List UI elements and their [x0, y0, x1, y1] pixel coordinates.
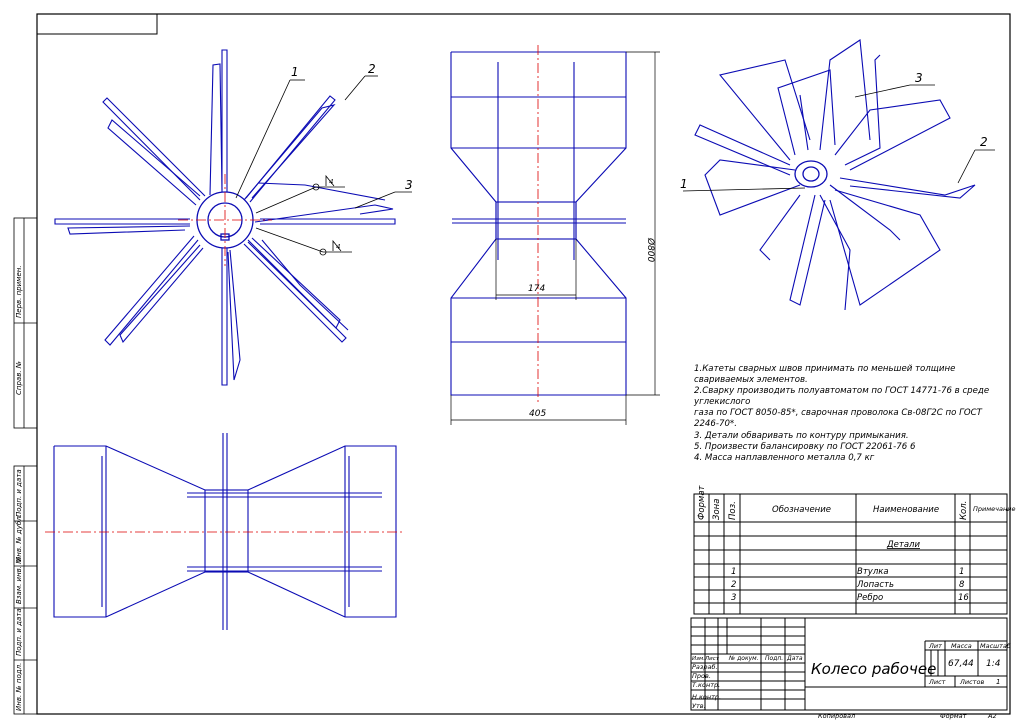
- title-block: Изм. Лист № докум. Подп. Дата Разраб. Пр…: [690, 617, 1011, 720]
- sheets-value: 1: [996, 678, 1000, 686]
- balloon-front-2: 2: [368, 62, 376, 76]
- spec-row-3-pos: 3: [731, 593, 736, 603]
- format-label: Формат: [940, 712, 967, 720]
- spec-header-zone: Зона: [712, 499, 722, 520]
- spec-row-2-name: Лопасть: [856, 580, 894, 590]
- rev-col-date: Дата: [786, 655, 803, 662]
- dim-hub-width: 174: [528, 284, 545, 294]
- sheet-label: Лист: [928, 678, 946, 686]
- rev-col-list: Лист: [704, 656, 720, 662]
- note-line: 2246-70*.: [694, 419, 737, 430]
- front-view-leaders: [235, 75, 412, 253]
- stamp-podp-data-2: Подп. и дата: [15, 608, 23, 656]
- note-line: 4. Масса наплавленного металла 0,7 кг: [694, 452, 875, 463]
- spec-header-designation: Обозначение: [772, 505, 831, 515]
- front-view-labels: 1 2 3 4 4: [291, 62, 413, 251]
- top-view-outline: [53, 433, 397, 630]
- mass-value: 67,44: [948, 659, 974, 669]
- spec-row-1-pos: 1: [731, 567, 736, 577]
- dim-overall-width: 405: [529, 409, 546, 419]
- drawing-sheet: Перв. примен. Справ. № Подп. и дата Инв.…: [13, 13, 1015, 720]
- top-left-stamp-box: [36, 13, 158, 35]
- note-line: 3. Детали обваривать по контуру примыкан…: [694, 430, 909, 441]
- sheets-label: Листов: [959, 678, 984, 686]
- rev-col-izm: Изм.: [692, 656, 705, 662]
- stamp-vzam-inv: Взам. инв. №: [15, 556, 23, 604]
- role-prov: Пров.: [692, 672, 711, 680]
- note-line: свариваемых элементов.: [694, 375, 808, 386]
- note-line: углекислого: [694, 397, 751, 408]
- spec-header-format: Формат: [697, 484, 707, 520]
- balloon-front-3: 3: [405, 178, 413, 192]
- role-nkontr: Н.контр.: [692, 693, 721, 701]
- spec-row-1-qty: 1: [959, 567, 964, 577]
- balloon-iso-1: 1: [680, 177, 688, 191]
- side-stamp-labels: Перв. примен. Справ. № Подп. и дата Инв.…: [15, 265, 23, 711]
- balloon-iso-2: 2: [980, 135, 988, 149]
- weld-label-2: 4: [336, 243, 340, 251]
- stamp-sprav-no: Справ. №: [15, 361, 23, 395]
- note-line: газа по ГОСТ 8050-85*, сварочная проволо…: [694, 408, 982, 419]
- front-view: 1 2 3 4 4: [54, 49, 413, 386]
- spec-header-pos: Поз.: [728, 501, 738, 520]
- spec-row-2-qty: 8: [959, 580, 965, 590]
- note-line: 1.Катеты сварных швов принимать по меньш…: [694, 364, 956, 374]
- role-razrab: Разраб.: [692, 663, 718, 671]
- spec-header-name: Наименование: [873, 505, 939, 515]
- note-line: 5. Произвести балансировку по ГОСТ 22061…: [694, 441, 916, 452]
- rev-col-doc: № докум.: [728, 655, 759, 662]
- stamp-perv-primen: Перв. примен.: [15, 265, 23, 318]
- top-view: [45, 433, 405, 630]
- spec-section-title: Детали: [886, 540, 920, 550]
- lit-label: Лит: [928, 642, 942, 650]
- stamp-inv-dubl: Инв. № дубл.: [15, 514, 23, 562]
- scale-value: 1:4: [986, 659, 1001, 669]
- scale-label: Масштаб: [980, 642, 1011, 650]
- balloon-iso-3: 3: [915, 71, 923, 85]
- spec-header-note: Примечание: [973, 505, 1015, 513]
- spec-row-3-name: Ребро: [857, 593, 883, 603]
- side-view: 174 405 Ø800: [450, 45, 660, 425]
- isometric-hub: [794, 160, 828, 188]
- role-tkontr: Т.контр.: [692, 681, 720, 689]
- format-value: А2: [987, 712, 997, 720]
- spec-header-qty: Кол.: [959, 501, 969, 520]
- stamp-inv-podl: Инв. № подл.: [15, 663, 23, 711]
- mass-label: Масса: [951, 642, 972, 650]
- rev-col-sign: Подп.: [765, 655, 783, 662]
- balloon-front-1: 1: [291, 65, 299, 79]
- note-line: 2.Сварку производить полуавтоматом по ГО…: [694, 386, 990, 397]
- role-utv: Утв.: [692, 702, 706, 710]
- copied-label: Копировал: [818, 712, 855, 720]
- dim-diameter: Ø800: [645, 237, 656, 263]
- stamp-podp-data-1: Подп. и дата: [15, 469, 23, 517]
- isometric-blades: [694, 39, 976, 311]
- side-view-dim-text: 174 405 Ø800: [528, 237, 656, 419]
- spec-table: Формат Зона Поз. Обозначение Наименовани…: [693, 484, 1015, 615]
- isometric-view: 1 2 3: [680, 39, 995, 311]
- side-view-outline: [450, 51, 627, 396]
- spec-row-1-name: Втулка: [857, 567, 889, 577]
- weld-label-1: 4: [329, 178, 333, 186]
- spec-row-2-pos: 2: [731, 580, 736, 590]
- part-name: Колесо рабочее: [811, 660, 936, 678]
- spec-row-3-qty: 16: [958, 593, 969, 603]
- technical-notes: 1.Катеты сварных швов принимать по меньш…: [694, 364, 1018, 464]
